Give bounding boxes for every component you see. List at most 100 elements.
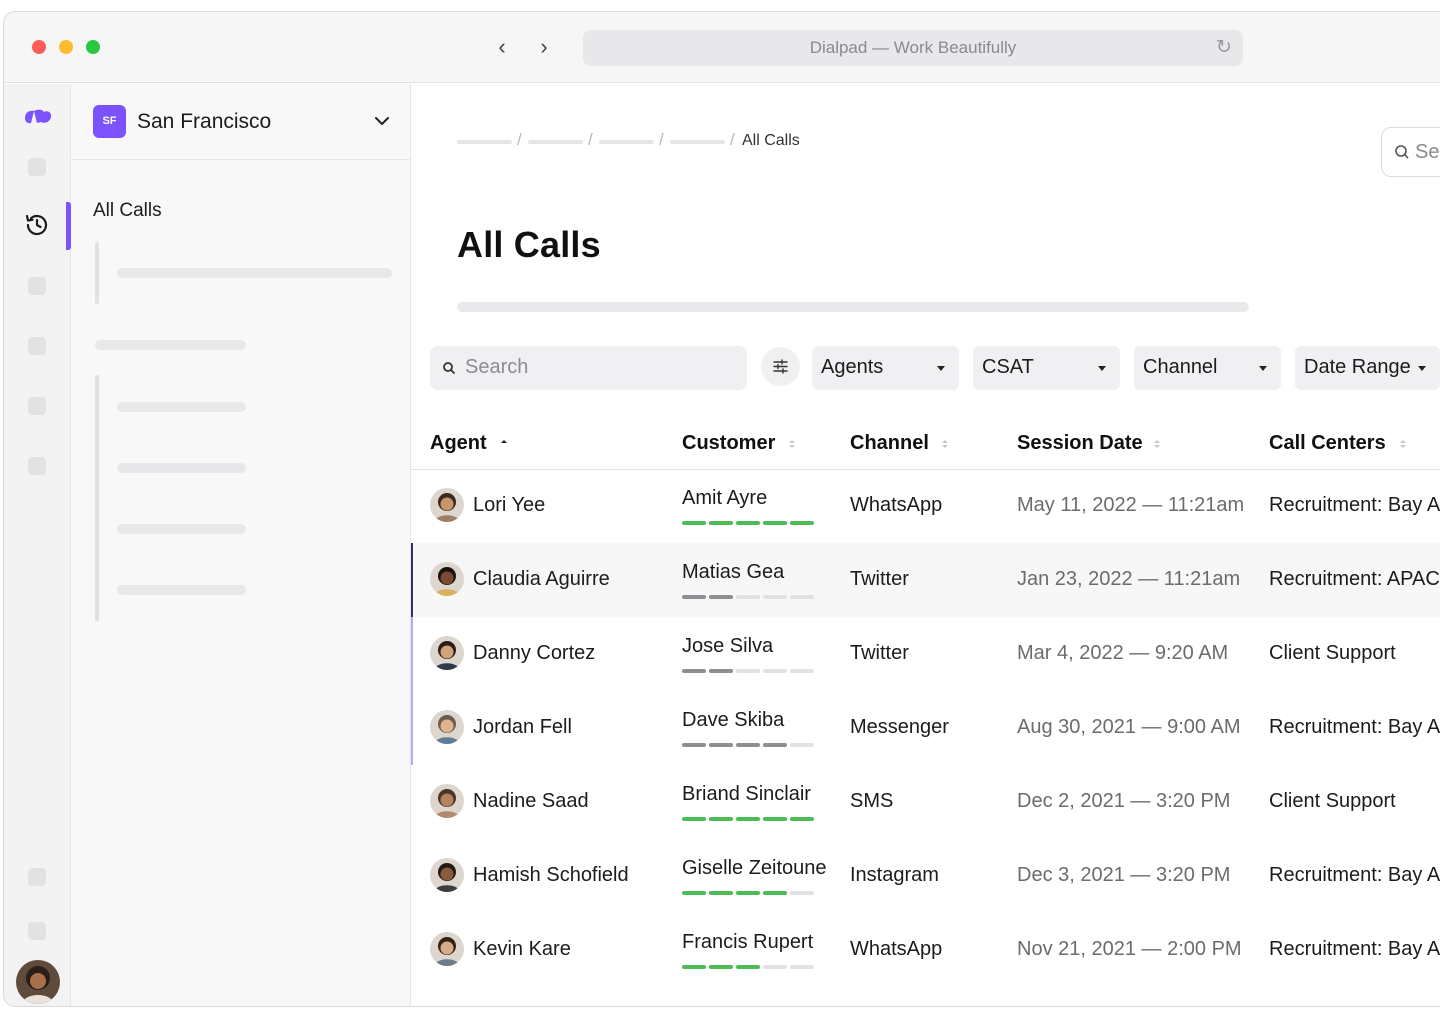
csat-segment: [682, 743, 706, 747]
table-row[interactable]: Kevin Kare Francis Rupert WhatsApp Nov 21, …: [411, 913, 1440, 987]
csat-segment: [682, 521, 706, 525]
sidebar-item-placeholder[interactable]: [95, 340, 246, 350]
minimize-window-button[interactable]: [59, 40, 73, 54]
sidebar: SF San Francisco All Calls: [66, 84, 411, 1006]
agent-name: Nadine Saad: [473, 790, 589, 812]
org-switcher[interactable]: SF San Francisco: [71, 84, 411, 160]
csat-segment: [736, 743, 760, 747]
reload-icon[interactable]: ↻: [1213, 37, 1235, 59]
agent-avatar: [430, 710, 464, 744]
tree-line: [95, 375, 99, 621]
sidebar-item-placeholder[interactable]: [117, 268, 392, 278]
caret-down-icon: [1098, 366, 1106, 371]
sort-icon[interactable]: [941, 438, 949, 450]
customer-name: Jose Silva: [682, 635, 774, 657]
dialpad-logo-icon: [25, 109, 52, 124]
csat-segment: [709, 595, 733, 599]
chevron-down-icon[interactable]: [371, 110, 393, 132]
app-rail: [4, 84, 71, 1006]
table-row[interactable]: Danny Cortez Jose Silva Twitter Mar 4, 2022…: [411, 617, 1440, 691]
customer-name: Giselle Zeitoune: [682, 857, 827, 879]
csat-segment: [709, 743, 733, 747]
breadcrumb-placeholder[interactable]: [670, 140, 725, 144]
csat-dropdown-label: CSAT: [982, 356, 1034, 378]
table-row[interactable]: Shwetha Jois: [411, 987, 1440, 1006]
maximize-window-button[interactable]: [86, 40, 100, 54]
back-arrow-icon[interactable]: ‹: [490, 36, 514, 60]
channel-dropdown[interactable]: Channel: [1134, 346, 1281, 390]
breadcrumb-placeholder[interactable]: [457, 140, 512, 144]
user-avatar[interactable]: [16, 960, 60, 1004]
filter-settings-button[interactable]: [761, 347, 800, 386]
rail-nav-icon[interactable]: [28, 337, 46, 355]
column-header-session-date[interactable]: Session Date: [1017, 432, 1143, 455]
agents-dropdown-label: Agents: [821, 356, 884, 378]
history-icon[interactable]: [24, 212, 50, 238]
close-window-button[interactable]: [32, 40, 46, 54]
table-row[interactable]: Nadine Saad Briand Sinclair SMS Dec 2, 2021…: [411, 765, 1440, 839]
agent-avatar: [430, 636, 464, 670]
sort-icon[interactable]: [1153, 438, 1161, 450]
channel-name: WhatsApp: [850, 494, 943, 516]
rail-nav-icon[interactable]: [28, 397, 46, 415]
global-search-input[interactable]: Sea: [1381, 127, 1440, 177]
channel-name: Instagram: [850, 864, 939, 886]
sort-icon[interactable]: [1399, 438, 1407, 450]
csat-segment: [736, 817, 760, 821]
row-selection-indicator: [411, 617, 413, 691]
csat-rating: [682, 595, 822, 599]
breadcrumb-placeholder[interactable]: [528, 140, 583, 144]
date-range-dropdown[interactable]: Date Range: [1295, 346, 1440, 390]
rail-nav-icon[interactable]: [28, 922, 46, 940]
agent-name: Claudia Aguirre: [473, 568, 610, 590]
breadcrumb-placeholder[interactable]: [599, 140, 654, 144]
rail-nav-icon[interactable]: [28, 457, 46, 475]
csat-segment: [790, 521, 814, 525]
address-bar[interactable]: Dialpad — Work Beautifully ↻: [583, 30, 1243, 66]
table-row[interactable]: Jordan Fell Dave Skiba Messenger Aug 30, 20…: [411, 691, 1440, 765]
session-date: Nov 21, 2021 — 2:00 PM: [1017, 938, 1242, 960]
column-header-channel[interactable]: Channel: [850, 432, 929, 455]
csat-dropdown[interactable]: CSAT: [973, 346, 1120, 390]
csat-segment: [763, 891, 787, 895]
table-search-placeholder: Search: [465, 356, 529, 378]
agents-dropdown[interactable]: Agents: [812, 346, 959, 390]
call-center: Recruitment: Bay Ar: [1269, 864, 1440, 886]
call-center: Client Support: [1269, 642, 1396, 664]
agent-name: Lori Yee: [473, 494, 546, 516]
csat-segment: [709, 669, 733, 673]
csat-segment: [709, 817, 733, 821]
org-badge: SF: [93, 105, 126, 138]
rail-nav-icon[interactable]: [28, 277, 46, 295]
csat-segment: [736, 669, 760, 673]
sidebar-item-placeholder[interactable]: [117, 524, 246, 534]
table-row[interactable]: Lori Yee Amit Ayre WhatsApp May 11, 2022 — …: [411, 469, 1440, 543]
sort-ascending-icon[interactable]: [500, 438, 508, 450]
csat-segment: [709, 521, 733, 525]
column-header-call-centers[interactable]: Call Centers: [1269, 432, 1386, 455]
description-placeholder: [457, 302, 1249, 312]
sort-icon[interactable]: [788, 438, 796, 450]
table-row[interactable]: Claudia Aguirre Matias Gea Twitter Jan 23, …: [411, 543, 1440, 617]
agent-avatar: [430, 858, 464, 892]
agent-name: Jordan Fell: [473, 716, 572, 738]
sidebar-item-placeholder[interactable]: [117, 585, 246, 595]
table-search-input[interactable]: Search: [430, 346, 747, 390]
agent-avatar: [430, 784, 464, 818]
call-center: Recruitment: Bay Ar: [1269, 716, 1440, 738]
csat-segment: [736, 521, 760, 525]
sidebar-item-all-calls[interactable]: All Calls: [93, 200, 162, 222]
csat-rating: [682, 521, 822, 525]
sliders-icon: [773, 359, 788, 374]
table-row[interactable]: Hamish Schofield Giselle Zeitoune Instagra…: [411, 839, 1440, 913]
rail-nav-icon[interactable]: [28, 158, 46, 176]
rail-nav-icon[interactable]: [28, 868, 46, 886]
column-header-customer[interactable]: Customer: [682, 432, 775, 455]
csat-segment: [763, 521, 787, 525]
column-header-agent[interactable]: Agent: [430, 432, 487, 455]
sidebar-item-placeholder[interactable]: [117, 402, 246, 412]
forward-arrow-icon[interactable]: ›: [532, 36, 556, 60]
customer-name: Dave Skiba: [682, 709, 785, 731]
sidebar-item-placeholder[interactable]: [117, 463, 246, 473]
session-date: Dec 3, 2021 — 3:20 PM: [1017, 864, 1231, 886]
